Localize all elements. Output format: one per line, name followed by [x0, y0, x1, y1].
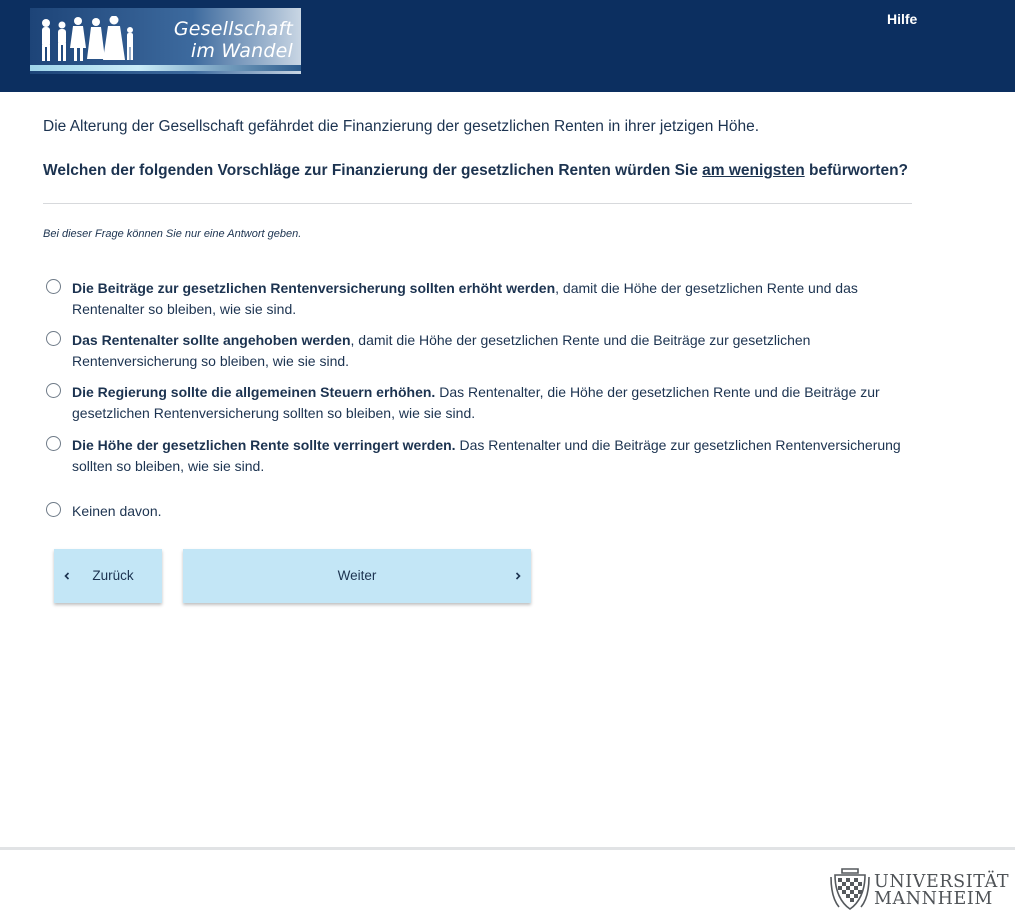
option-label: Das Rentenalter sollte angehoben werden,… — [72, 330, 906, 371]
survey-logo: Gesellschaft im Wandel — [30, 8, 301, 74]
footer-divider — [0, 847, 1015, 850]
radio-button[interactable] — [46, 383, 61, 398]
radio-button[interactable] — [46, 331, 61, 346]
answer-hint: Bei dieser Frage können Sie nur eine Ant… — [43, 228, 302, 240]
radio-button[interactable] — [46, 279, 61, 294]
option-label: Die Beiträge zur gesetzlichen Rentenvers… — [72, 278, 906, 319]
next-button[interactable]: Weiter — [183, 549, 531, 603]
next-button-label: Weiter — [337, 568, 377, 583]
question-emphasis: am wenigsten — [702, 162, 805, 179]
divider — [43, 203, 912, 204]
option-label: Keinen davon. — [72, 501, 906, 522]
option-label: Die Höhe der gesetzlichen Rente sollte v… — [72, 435, 906, 476]
university-logo: UNIVERSITÄT MANNHEIM — [828, 861, 1009, 913]
option-label-bold: Die Beiträge zur gesetzlichen Rentenvers… — [72, 280, 556, 296]
university-name-line-2: MANNHEIM — [874, 889, 993, 909]
university-name: UNIVERSITÄT MANNHEIM — [874, 873, 1009, 909]
option-label-rest: Keinen davon. — [72, 503, 162, 519]
university-seal-icon — [830, 868, 870, 910]
question-text-after: befürworten? — [804, 162, 909, 179]
logo-line-2: im Wandel — [190, 40, 293, 62]
question-text: Welchen der folgenden Vorschläge zur Fin… — [43, 162, 923, 180]
logo-text: Gesellschaft im Wandel — [133, 18, 293, 62]
help-link[interactable]: Hilfe — [887, 11, 917, 27]
logo-stripe — [30, 65, 301, 71]
option-label: Die Regierung sollte die allgemeinen Ste… — [72, 382, 906, 423]
back-button-label: Zurück — [92, 568, 134, 583]
back-button[interactable]: Zurück — [54, 549, 162, 603]
option-label-bold: Das Rentenalter sollte angehoben werden — [72, 332, 351, 348]
option-label-bold: Die Höhe der gesetzlichen Rente sollte v… — [72, 437, 456, 453]
chevron-right-icon — [515, 572, 521, 580]
page-header: Gesellschaft im Wandel Hilfe — [0, 0, 1015, 92]
radio-button[interactable] — [46, 436, 61, 451]
radio-button[interactable] — [46, 502, 61, 517]
question-text-before: Welchen der folgenden Vorschläge zur Fin… — [43, 162, 703, 179]
intro-text: Die Alterung der Gesellschaft gefährdet … — [43, 118, 760, 135]
logo-line-1: Gesellschaft — [173, 18, 293, 40]
option-label-bold: Die Regierung sollte die allgemeinen Ste… — [72, 384, 436, 400]
